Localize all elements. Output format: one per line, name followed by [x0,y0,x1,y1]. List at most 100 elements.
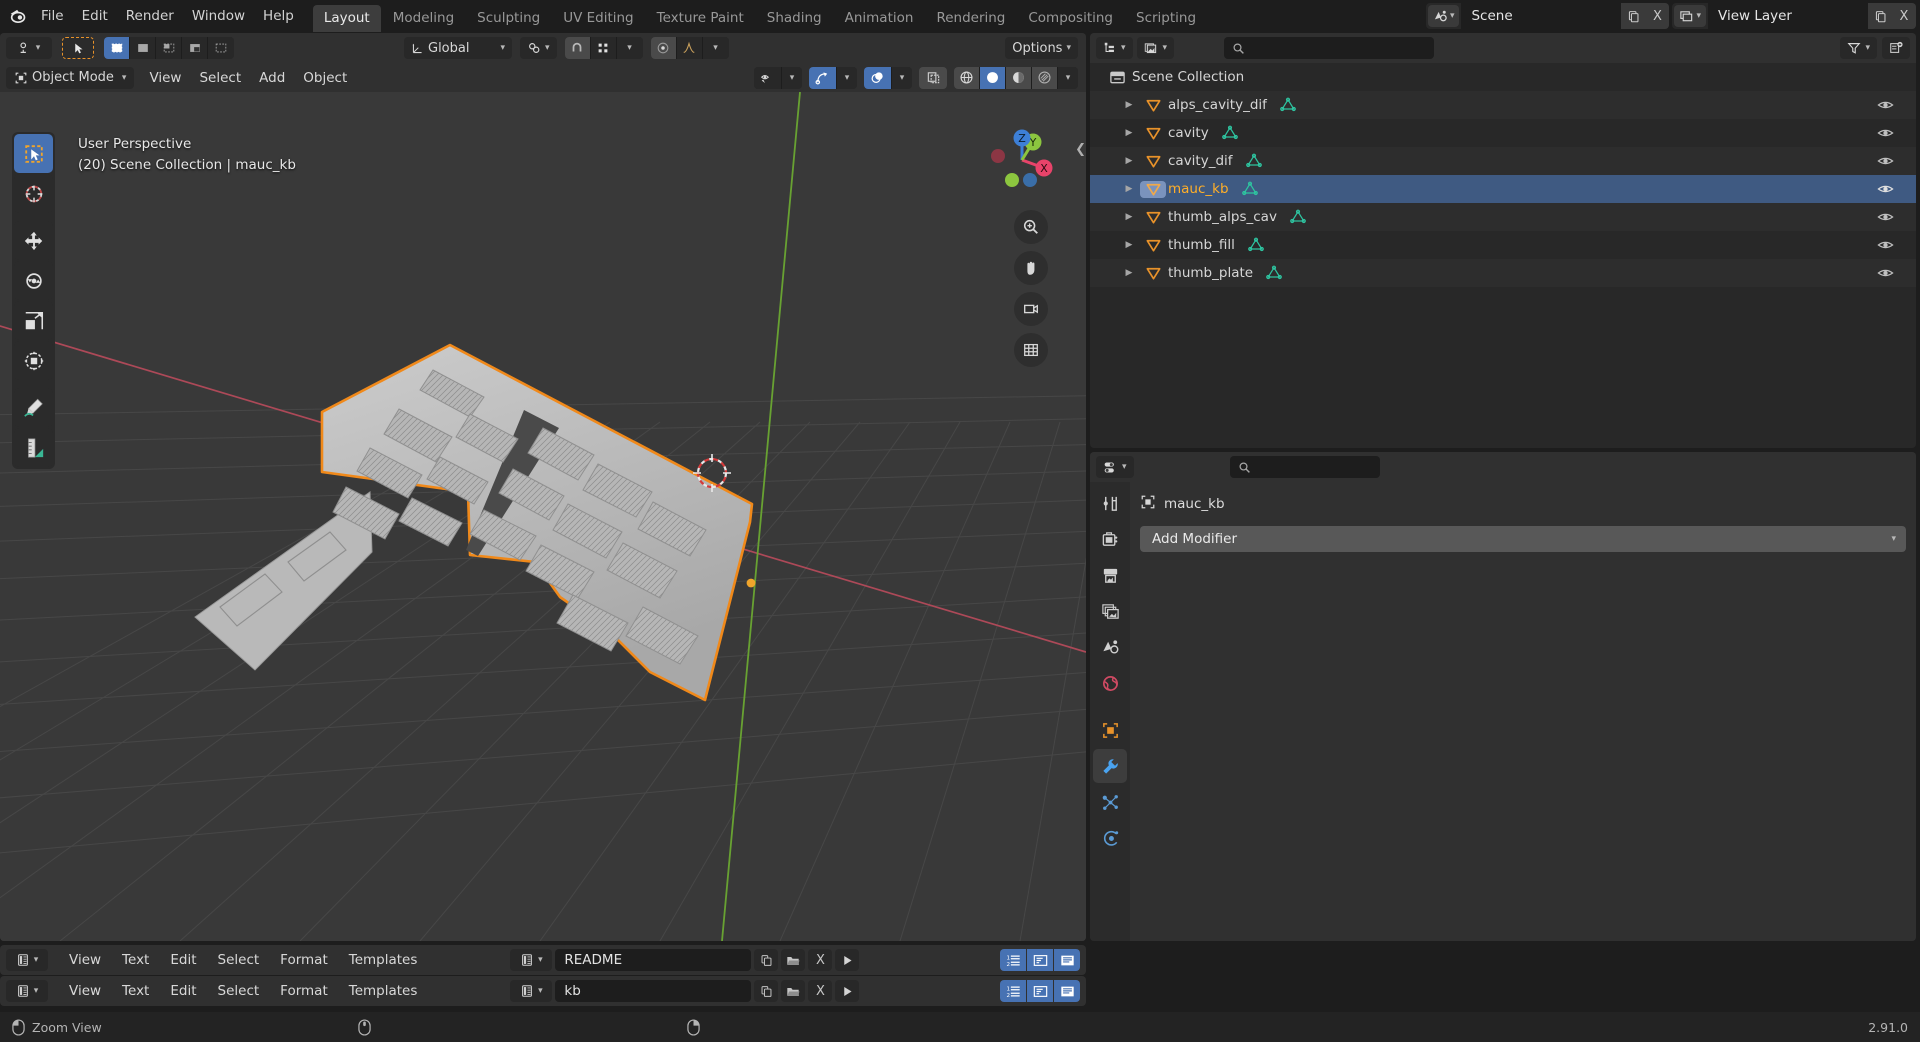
pan-hand-icon[interactable] [1014,251,1048,285]
particles-tab[interactable] [1093,785,1127,819]
visibility-eye-icon[interactable] [1877,126,1894,140]
text-datablock-dropdown[interactable]: ▾ [510,949,553,971]
editor-type-selector[interactable]: ▾ [6,37,52,59]
outliner-search-input[interactable] [1224,37,1435,59]
duplicate-icon[interactable] [754,980,779,1002]
menu-edit[interactable]: Edit [73,5,117,27]
solid-shading-icon[interactable] [980,66,1006,89]
select-set-icon[interactable] [104,37,130,59]
mesh-data-icon[interactable] [1239,153,1269,169]
visibility-eye-icon[interactable] [1877,154,1894,168]
viewport-options-dropdown[interactable]: Options ▾ [1005,37,1078,59]
chevron-down-icon[interactable]: ▾ [1058,66,1078,89]
visibility-eye-icon[interactable] [1877,182,1894,196]
camera-view-icon[interactable] [1014,292,1048,326]
unlink-icon[interactable]: X [808,980,833,1002]
menu-render[interactable]: Render [117,5,183,27]
text-filename-field[interactable]: kb [555,980,752,1002]
text-menu-format[interactable]: Format [271,949,337,971]
workspace-tab-uv-editing[interactable]: UV Editing [552,5,644,32]
text-menu-text[interactable]: Text [113,980,158,1002]
properties-editor-type-dropdown[interactable]: ▾ [1096,456,1134,478]
select-subtract-icon[interactable] [156,37,182,59]
workspace-tab-animation[interactable]: Animation [834,5,925,32]
select-extend-icon[interactable] [130,37,156,59]
rendered-shading-icon[interactable] [1032,66,1058,89]
chevron-right-icon[interactable]: ▶ [1118,128,1140,138]
workspace-tab-sculpting[interactable]: Sculpting [466,5,551,32]
chevron-right-icon[interactable]: ▶ [1118,268,1140,278]
word-wrap-toggle[interactable] [1027,980,1053,1002]
syntax-highlight-toggle[interactable] [1054,949,1080,971]
outliner-filter-dropdown[interactable]: ▾ [1840,37,1877,59]
unlink-scene-button[interactable]: X [1645,3,1670,29]
viewport-3d-canvas[interactable]: User Perspective (20) Scene Collection |… [0,92,1086,941]
sidebar-toggle-icon[interactable]: ❮ [1075,142,1086,157]
cursor-tool[interactable] [14,174,53,213]
editor-type-selector[interactable]: ▾ [6,949,48,971]
mesh-data-icon[interactable] [1283,209,1313,225]
new-scene-button[interactable] [1621,3,1646,29]
world-tab[interactable] [1093,666,1127,700]
chevron-down-icon[interactable]: ▾ [616,37,643,59]
properties-search-input[interactable] [1229,456,1380,478]
snap-element-icon[interactable] [590,37,617,59]
transform-tool[interactable] [14,341,53,380]
workspace-tab-modeling[interactable]: Modeling [382,5,465,32]
chevron-down-icon[interactable]: ▾ [702,37,729,59]
mesh-data-icon[interactable] [1273,97,1303,113]
mesh-data-icon[interactable] [1215,125,1245,141]
annotate-tool[interactable] [14,388,53,427]
tweak-select-box-tool[interactable] [14,134,53,173]
run-script-icon[interactable] [835,949,860,971]
toggle-xray-icon[interactable] [919,66,947,89]
material-preview-shading-icon[interactable] [1006,66,1032,89]
outliner-row-thumb_alps_cav[interactable]: ▶ thumb_alps_cav [1090,203,1916,231]
viewport-menu-select[interactable]: Select [190,67,250,89]
show-gizmo-icon[interactable] [809,66,837,89]
outliner-row-thumb_plate[interactable]: ▶ thumb_plate [1090,259,1916,287]
scene-tab[interactable] [1093,630,1127,664]
chevron-down-icon[interactable]: ▾ [782,66,802,89]
outliner-row-thumb_fill[interactable]: ▶ thumb_fill [1090,231,1916,259]
outliner-display-mode-dropdown[interactable]: ▾ [1096,37,1133,59]
magnet-icon[interactable] [564,37,591,59]
visibility-eye-icon[interactable] [1877,210,1894,224]
outliner-row-cavity_dif[interactable]: ▶ cavity_dif [1090,147,1916,175]
visibility-eye-icon[interactable] [1877,238,1894,252]
snap-target-dropdown[interactable]: ▾ [520,37,557,59]
select-difference-icon[interactable] [182,37,208,59]
text-menu-text[interactable]: Text [113,949,158,971]
run-script-icon[interactable] [835,980,860,1002]
visibility-eye-icon[interactable] [1877,266,1894,280]
show-overlays-icon[interactable] [864,66,892,89]
viewlayer-icon[interactable]: ▾ [1674,5,1706,27]
wireframe-shading-icon[interactable] [954,66,980,89]
text-menu-select[interactable]: Select [209,949,269,971]
scene-icon[interactable]: ▾ [1427,5,1460,27]
tool-active-selector[interactable] [62,37,94,59]
output-tab[interactable] [1093,558,1127,592]
chevron-down-icon[interactable]: ▾ [892,66,912,89]
workspace-tab-scripting[interactable]: Scripting [1125,5,1207,32]
mesh-data-icon[interactable] [1241,237,1271,253]
tool-tab[interactable] [1093,486,1127,520]
falloff-curve-icon[interactable] [676,37,703,59]
remove-viewlayer-button[interactable]: X [1892,3,1916,29]
text-menu-view[interactable]: View [60,949,110,971]
outliner-row-alps_cavity_dif[interactable]: ▶ alps_cavity_dif [1090,91,1916,119]
chevron-down-icon[interactable]: ▾ [837,66,857,89]
view-layer-tab[interactable] [1093,594,1127,628]
unlink-icon[interactable]: X [808,949,833,971]
object-visibility-icon[interactable] [754,66,782,89]
open-file-icon[interactable] [781,949,806,971]
text-filename-field[interactable]: README [555,949,752,971]
viewport-menu-view[interactable]: View [140,67,190,89]
editor-type-selector[interactable]: ▾ [6,980,48,1002]
chevron-right-icon[interactable]: ▶ [1118,212,1140,222]
viewport-menu-object[interactable]: Object [294,67,356,89]
chevron-right-icon[interactable]: ▶ [1118,156,1140,166]
navigation-gizmo[interactable]: X Y Z [986,124,1058,196]
outliner-filter-id-dropdown[interactable]: ▾ [1136,37,1175,59]
workspace-tab-compositing[interactable]: Compositing [1017,5,1124,32]
